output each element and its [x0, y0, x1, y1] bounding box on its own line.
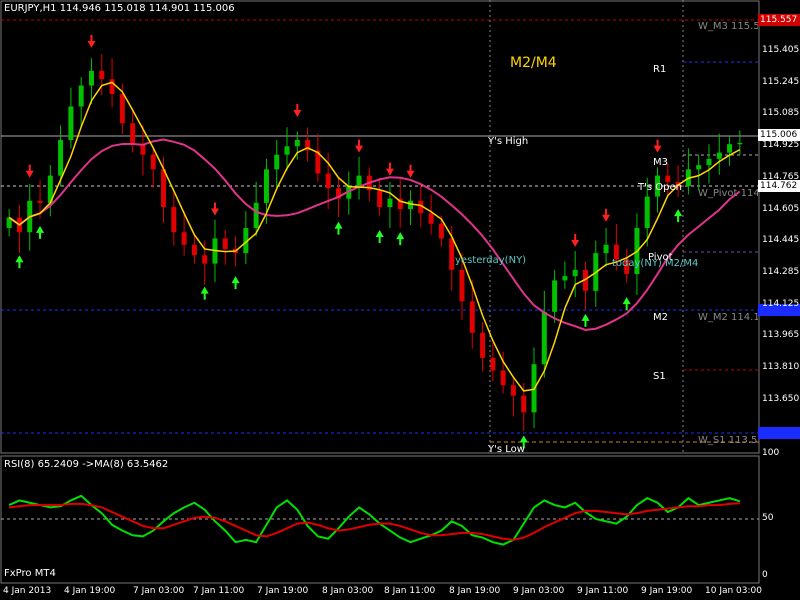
- candle-body: [387, 198, 393, 208]
- price-axis-label: 113.965: [762, 330, 800, 341]
- price-axis-label: 114.125: [762, 298, 800, 309]
- time-axis-label: 8 Jan 19:00: [449, 586, 501, 596]
- price-chart[interactable]: [0, 0, 800, 455]
- price-axis-label: 114.605: [762, 203, 800, 214]
- candle-body: [88, 70, 94, 86]
- price-axis-label: 115.405: [762, 45, 800, 55]
- candle-body: [222, 238, 228, 249]
- candle-body: [99, 70, 105, 80]
- candle-body: [78, 85, 84, 107]
- candle-body: [541, 311, 547, 365]
- m3-label: M3: [653, 157, 668, 168]
- price-tag-top-red: 115.557: [758, 14, 800, 26]
- m2-label: M2: [653, 312, 668, 323]
- time-axis-label: 7 Jan 19:00: [257, 586, 309, 596]
- candle-body: [377, 190, 383, 208]
- candle-body: [37, 200, 43, 203]
- ts-open-label: T's Open: [638, 182, 682, 193]
- time-axis-label: 4 Jan 2013: [3, 586, 52, 596]
- time-axis-label: 8 Jan 03:00: [322, 586, 374, 596]
- candle-body: [161, 169, 167, 208]
- candle-body: [274, 154, 280, 170]
- candle-body: [356, 175, 362, 187]
- candle-body: [68, 106, 74, 140]
- candle-body: [500, 370, 506, 386]
- price-axis-label: 114.285: [762, 266, 800, 277]
- candle-body: [58, 140, 64, 176]
- w-s1-label: W_S1 113.5: [698, 435, 758, 446]
- price-axis-label: 113.650: [762, 393, 800, 404]
- candle-body: [109, 79, 115, 94]
- time-axis-label: 10 Jan 03:00: [705, 586, 762, 596]
- time-axis-label: 9 Jan 19:00: [641, 586, 693, 596]
- candle-body: [716, 152, 722, 159]
- candle-body: [510, 385, 516, 396]
- pivot-label: Pivot: [648, 252, 673, 263]
- rsi-line: [8, 494, 741, 546]
- time-axis-label: 9 Jan 03:00: [513, 586, 565, 596]
- candle-body: [191, 244, 197, 256]
- candle-body: [603, 244, 609, 254]
- candle-body: [727, 144, 733, 153]
- price-tag-open: 114.762: [758, 180, 800, 192]
- candle-body: [428, 213, 434, 224]
- time-axis-label: 7 Jan 11:00: [193, 586, 245, 596]
- candle-body: [202, 255, 208, 264]
- ys-high-label: Y's High: [488, 136, 529, 147]
- symbol-info: EURJPY,H1 114.946 115.018 114.901 115.00…: [4, 3, 235, 14]
- broker-label: FxPro MT4: [4, 568, 56, 579]
- price-axis-label: 114.925: [762, 140, 800, 151]
- rsi-axis-label: 0: [762, 570, 768, 580]
- w-m3-label: W_M3 115.5: [698, 21, 758, 32]
- candle-body: [171, 207, 177, 233]
- candle-body: [325, 173, 331, 189]
- candle-body: [644, 196, 650, 228]
- rsi-axis-label: 100: [762, 448, 780, 458]
- rsi-panel[interactable]: [0, 455, 800, 585]
- rsi-info: RSI(8) 65.2409 ->MA(8) 63.5462: [4, 459, 169, 470]
- price-axis-label: 114.765: [762, 171, 800, 182]
- time-axis-label: 7 Jan 03:00: [133, 586, 185, 596]
- rsi-ma-line: [9, 502, 740, 541]
- period-label: M2/M4: [510, 55, 557, 71]
- time-axis-label: 9 Jan 11:00: [577, 586, 629, 596]
- s1-label: S1: [653, 371, 666, 382]
- candle-body: [459, 269, 465, 302]
- candle-body: [737, 142, 743, 145]
- price-axis-label: 115.085: [762, 108, 800, 119]
- w-m2-label: W_M2 114.1: [698, 312, 758, 323]
- candle-body: [284, 146, 290, 155]
- candle-body: [665, 175, 671, 182]
- yesterday-ny-label: yesterday(NY): [455, 255, 527, 266]
- ys-low-label: Y's Low: [488, 444, 525, 455]
- time-axis-label: 4 Jan 19:00: [64, 586, 116, 596]
- rsi-axis-label: 50: [762, 513, 774, 523]
- candle-body: [130, 123, 136, 145]
- time-axis-label: 8 Jan 11:00: [384, 586, 436, 596]
- candle-body: [572, 269, 578, 277]
- candle-body: [294, 140, 300, 147]
- candle-body: [449, 238, 455, 270]
- price-tag-blue-bottom: 113.577: [758, 427, 800, 439]
- candle-body: [253, 202, 259, 228]
- candle-body: [150, 154, 156, 170]
- candle-body: [408, 200, 414, 210]
- candle-body: [469, 301, 475, 333]
- candle-body: [521, 395, 527, 413]
- candle-body: [119, 93, 125, 124]
- candle-body: [696, 165, 702, 170]
- price-axis-label: 115.245: [762, 76, 800, 87]
- candle-body: [552, 280, 558, 312]
- candle-body: [706, 158, 712, 166]
- price-axis-label: 114.445: [762, 235, 800, 246]
- r1-label: R1: [653, 64, 667, 75]
- candle-body: [490, 357, 496, 371]
- candle-body: [480, 332, 486, 358]
- candle-body: [181, 232, 187, 245]
- price-axis-label: 113.810: [762, 362, 800, 372]
- w-pivot-label: W_Pivot 114: [698, 188, 758, 199]
- candle-body: [562, 276, 568, 281]
- candle-body: [263, 169, 269, 203]
- candle-body: [438, 223, 444, 239]
